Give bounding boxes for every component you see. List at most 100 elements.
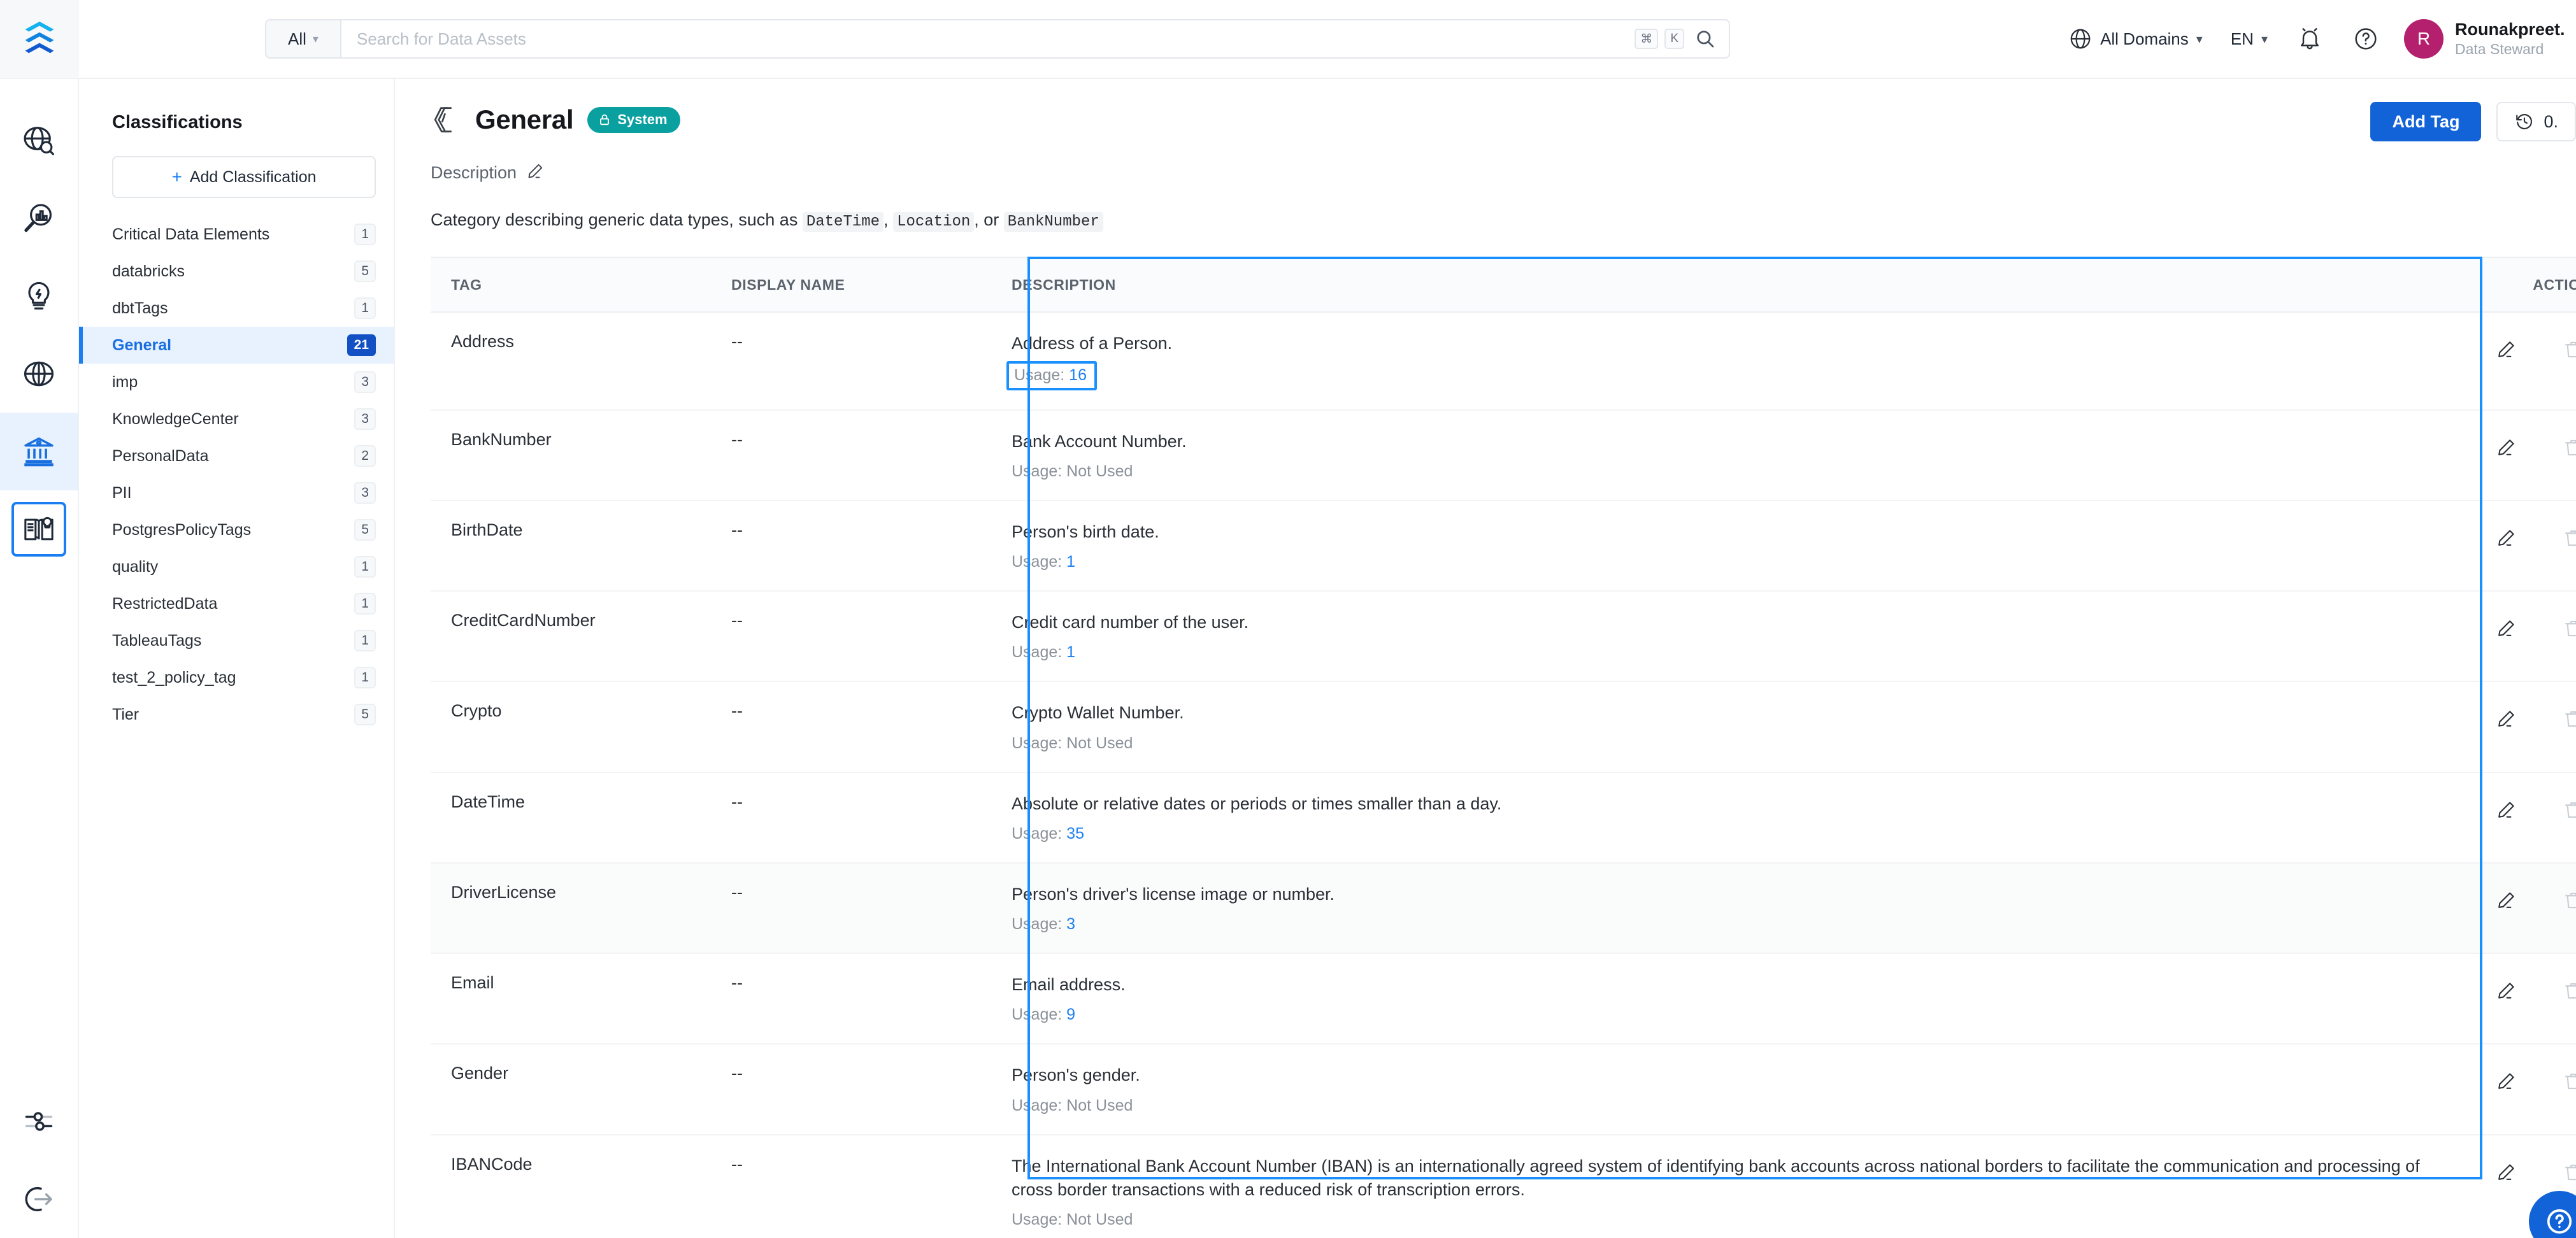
delete-tag-button[interactable] (2556, 430, 2576, 466)
classification-count: 1 (354, 556, 376, 578)
delete-tag-button[interactable] (2556, 792, 2576, 828)
edit-tag-button[interactable] (2488, 332, 2524, 367)
search-input[interactable] (357, 29, 1619, 49)
trash-icon (2563, 437, 2576, 459)
pencil-icon (2495, 708, 2517, 730)
delete-tag-button[interactable] (2556, 520, 2576, 556)
version-button[interactable]: 0. (2496, 102, 2576, 141)
edit-tag-button[interactable] (2488, 701, 2524, 737)
edit-tag-button[interactable] (2488, 973, 2524, 1009)
table-row[interactable]: DriverLicense -- Person's driver's licen… (431, 863, 2576, 953)
delete-tag-button[interactable] (2556, 973, 2576, 1009)
classification-item-quality[interactable]: quality 1 (79, 548, 394, 585)
search-icon[interactable] (1691, 28, 1716, 50)
classification-label: PostgresPolicyTags (112, 521, 251, 539)
avatar: R (2404, 19, 2444, 59)
column-header-tag: TAG (431, 257, 711, 312)
app-logo[interactable] (0, 0, 79, 78)
domain-selector[interactable]: All Domains ▾ (2054, 27, 2217, 51)
classification-item-general[interactable]: General 21 (79, 327, 394, 364)
table-row[interactable]: DateTime -- Absolute or relative dates o… (431, 772, 2576, 863)
pencil-icon (2495, 437, 2517, 459)
delete-tag-button[interactable] (2556, 701, 2576, 737)
edit-tag-button[interactable] (2488, 520, 2524, 556)
version-label: 0. (2544, 112, 2558, 132)
classification-item-tableautags[interactable]: TableauTags 1 (79, 622, 394, 659)
delete-tag-button[interactable] (2556, 1155, 2576, 1190)
bell-icon (2297, 26, 2322, 52)
icon-rail (0, 79, 79, 1238)
usage-value: 1 (1066, 643, 1075, 661)
edit-tag-button[interactable] (2488, 611, 2524, 646)
classification-count: 21 (347, 334, 376, 356)
usage-indicator[interactable]: Usage: 9 (1012, 1006, 1075, 1024)
column-header-display-name: DISPLAY NAME (711, 257, 991, 312)
user-role: Data Steward (2455, 41, 2576, 58)
rail-item-governance[interactable] (0, 413, 78, 490)
rail-item-glossary[interactable] (0, 490, 78, 568)
usage-value: Not Used (1066, 462, 1133, 480)
edit-tag-button[interactable] (2488, 430, 2524, 466)
usage-indicator[interactable]: Usage: 35 (1012, 825, 1084, 843)
classification-count: 5 (354, 260, 376, 282)
classification-item-imp[interactable]: imp 3 (79, 364, 394, 401)
table-row[interactable]: BankNumber -- Bank Account Number. Usage… (431, 410, 2576, 501)
rail-item-lineage-insight[interactable] (0, 257, 78, 335)
cell-tag: Crypto (431, 681, 711, 772)
edit-description-button[interactable] (526, 162, 545, 184)
table-row[interactable]: Email -- Email address. Usage: 9 (431, 953, 2576, 1044)
user-menu[interactable]: R Rounakpreet. Data Steward (2394, 19, 2576, 59)
help-button[interactable] (2338, 26, 2394, 52)
notifications-button[interactable] (2282, 26, 2338, 52)
delete-tag-button[interactable] (2556, 332, 2576, 367)
table-row[interactable]: Crypto -- Crypto Wallet Number. Usage: N… (431, 681, 2576, 772)
edit-tag-button[interactable] (2488, 1064, 2524, 1099)
classification-item-critical-data-elements[interactable]: Critical Data Elements 1 (79, 216, 394, 253)
language-selector[interactable]: EN ▾ (2217, 29, 2282, 49)
rail-item-insights[interactable] (0, 180, 78, 257)
classification-count: 3 (354, 482, 376, 504)
edit-tag-button[interactable] (2488, 1155, 2524, 1190)
add-classification-button[interactable]: + Add Classification (112, 156, 376, 198)
rail-item-domains[interactable] (0, 335, 78, 413)
delete-tag-button[interactable] (2556, 611, 2576, 646)
table-row[interactable]: Address -- Address of a Person. Usage: 1… (431, 312, 2576, 409)
usage-indicator[interactable]: Usage: 1 (1012, 643, 1075, 662)
usage-label: Usage: (1012, 462, 1062, 480)
chevron-down-icon: ▾ (313, 32, 318, 46)
classification-item-knowledgecenter[interactable]: KnowledgeCenter 3 (79, 401, 394, 438)
rail-item-settings[interactable] (0, 1083, 78, 1160)
classification-item-restricteddata[interactable]: RestrictedData 1 (79, 585, 394, 622)
classification-item-tier[interactable]: Tier 5 (79, 696, 394, 733)
classification-label: imp (112, 373, 138, 392)
cell-display-name: -- (711, 501, 991, 591)
description-sep-2: , or (974, 210, 1004, 229)
search-scope-dropdown[interactable]: All ▾ (266, 20, 341, 57)
table-row[interactable]: CreditCardNumber -- Credit card number o… (431, 591, 2576, 681)
classification-item-personaldata[interactable]: PersonalData 2 (79, 438, 394, 474)
edit-tag-button[interactable] (2488, 883, 2524, 918)
rail-item-logout[interactable] (0, 1160, 78, 1238)
table-row[interactable]: IBANCode -- The International Bank Accou… (431, 1135, 2576, 1238)
edit-tag-button[interactable] (2488, 792, 2524, 828)
usage-indicator: Usage: Not Used (1012, 462, 1133, 481)
usage-indicator[interactable]: Usage: 1 (1012, 553, 1075, 571)
classification-item-databricks[interactable]: databricks 5 (79, 253, 394, 290)
classification-item-test-2-policy-tag[interactable]: test_2_policy_tag 1 (79, 659, 394, 696)
delete-tag-button[interactable] (2556, 883, 2576, 918)
usage-indicator[interactable]: Usage: 3 (1012, 915, 1075, 934)
table-row[interactable]: Gender -- Person's gender. Usage: Not Us… (431, 1044, 2576, 1134)
shortcut-key-badge: K (1664, 29, 1684, 49)
classification-item-dbttags[interactable]: dbtTags 1 (79, 290, 394, 327)
delete-tag-button[interactable] (2556, 1064, 2576, 1099)
rail-spacer (0, 568, 78, 1083)
table-row[interactable]: BirthDate -- Person's birth date. Usage:… (431, 501, 2576, 591)
classification-item-postgrespolicytags[interactable]: PostgresPolicyTags 5 (79, 511, 394, 548)
add-tag-button[interactable]: Add Tag (2370, 102, 2481, 141)
classification-item-pii[interactable]: PII 3 (79, 474, 394, 511)
plus-icon: + (171, 168, 182, 186)
usage-indicator[interactable]: Usage: 16 (1006, 361, 1097, 390)
rail-item-explore[interactable] (0, 102, 78, 180)
description-code-location: Location (893, 212, 974, 232)
cell-description: Person's gender. Usage: Not Used (991, 1044, 2444, 1134)
